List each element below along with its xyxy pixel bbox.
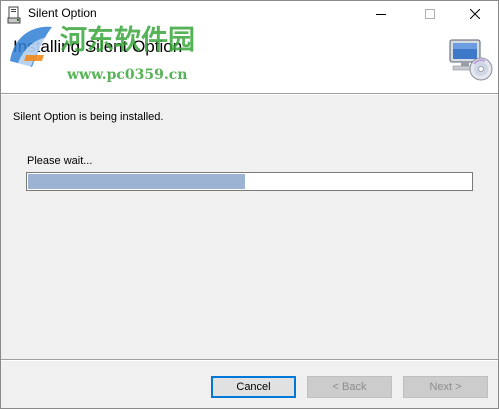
close-icon [469, 6, 481, 24]
progress-fill [28, 174, 245, 189]
header-divider [1, 93, 498, 95]
status-text: Silent Option is being installed. [13, 111, 164, 123]
minimize-button[interactable] [358, 1, 404, 29]
maximize-button[interactable] [407, 1, 453, 29]
minimize-icon [376, 6, 386, 24]
next-button[interactable]: Next > [403, 376, 488, 398]
back-button-label: < Back [332, 381, 367, 393]
maximize-icon [425, 6, 435, 24]
close-button[interactable] [452, 1, 498, 29]
watermark-url: www.pc0359.cn [67, 67, 188, 83]
footer-divider [1, 359, 498, 361]
next-button-label: Next > [429, 381, 462, 393]
header-banner: Installing Silent Option 河东软件园 www.pc035… [1, 25, 498, 93]
back-button[interactable]: < Back [307, 376, 392, 398]
installer-window: Silent Option Installing Silent Option 河… [0, 0, 499, 409]
cancel-button-label: Cancel [236, 381, 271, 393]
wait-label: Please wait... [27, 155, 93, 167]
watermark-brand: 河东软件园 [60, 25, 195, 56]
computer-cd-icon [447, 37, 493, 88]
progress-bar [26, 172, 473, 191]
watermark-logo-icon [4, 21, 58, 78]
cancel-button[interactable]: Cancel [211, 376, 296, 398]
watermark: 河东软件园 www.pc0359.cn [4, 15, 214, 91]
